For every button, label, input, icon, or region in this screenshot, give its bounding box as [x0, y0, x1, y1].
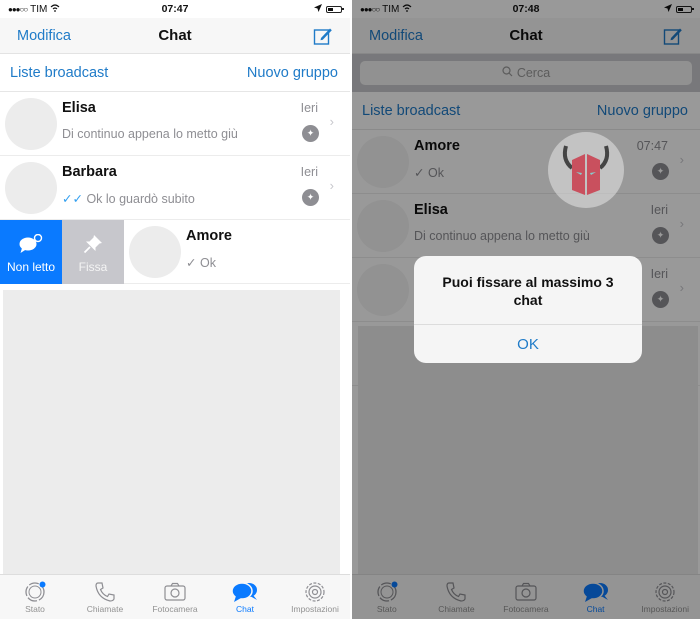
unread-chat-icon [19, 234, 43, 254]
tab-settings[interactable]: Impostazioni [280, 580, 350, 614]
chat-name: Barbara [62, 164, 117, 180]
chat-preview: ✓ Ok [186, 255, 216, 270]
tab-label: Chiamate [86, 604, 124, 614]
tab-label: Stato [25, 604, 45, 614]
broadcast-lists-link[interactable]: Liste broadcast [10, 65, 108, 81]
pin-chat-label: Fissa [78, 260, 108, 274]
chat-name: Amore [186, 228, 232, 244]
links-row: Liste broadcast Nuovo gruppo [0, 54, 350, 92]
mark-unread-label: Non letto [6, 260, 56, 274]
phone-icon [93, 580, 117, 604]
new-group-link[interactable]: Nuovo gruppo [247, 65, 338, 81]
alert-message: Puoi fissare al massimo 3 chat [442, 274, 614, 308]
tab-camera[interactable]: Fotocamera [140, 580, 210, 614]
chat-preview-text: Ok [199, 256, 216, 270]
nav-bar: Modifica Chat [0, 18, 350, 54]
chat-preview: Di continuo appena lo metto giù [62, 127, 238, 141]
settings-icon [303, 580, 327, 604]
chat-row-amore-swiped[interactable]: Non letto Fissa Amore ✓ Ok [0, 220, 350, 284]
mark-unread-button[interactable]: Non letto [0, 220, 62, 284]
status-bar: ●●●○○ TIM 07:47 [0, 0, 350, 18]
sent-check-icon: ✓ [186, 256, 197, 270]
chat-name: Elisa [62, 100, 96, 116]
redacted-area [3, 290, 340, 576]
camera-icon [163, 580, 187, 604]
watermark-logo-icon [548, 132, 624, 208]
tab-label: Chat [236, 604, 254, 614]
avatar [129, 226, 181, 278]
signal-icon: ●●●○○ [8, 4, 28, 14]
battery-icon [326, 5, 344, 13]
chat-time: Ieri [300, 165, 318, 179]
avatar [5, 162, 57, 214]
pin-chat-button[interactable]: Fissa [62, 220, 124, 284]
avatar [5, 98, 57, 150]
location-icon [314, 3, 322, 15]
chat-row-elisa[interactable]: Elisa Di continuo appena lo metto giù Ie… [0, 92, 350, 156]
tab-label: Fotocamera [152, 604, 198, 614]
tab-calls[interactable]: Chiamate [70, 580, 140, 614]
status-icon [23, 580, 47, 604]
tab-label: Impostazioni [291, 604, 339, 614]
tab-chat[interactable]: Chat [210, 580, 280, 614]
tab-bar: Stato Chiamate Fotocamera Chat Impostazi… [0, 574, 350, 619]
compose-icon[interactable] [313, 26, 333, 46]
chat-preview-text: Ok lo guardò subito [86, 192, 195, 206]
wifi-icon [50, 3, 60, 15]
pushpin-icon [83, 234, 103, 254]
chat-preview: ✓✓ Ok lo guardò subito [62, 191, 195, 206]
alert-ok-button[interactable]: OK [414, 325, 642, 363]
chat-icon [231, 580, 259, 604]
chat-row-barbara[interactable]: Barbara ✓✓ Ok lo guardò subito Ieri ✦ › [0, 156, 350, 220]
read-ticks-icon: ✓✓ [62, 192, 83, 206]
chat-time: Ieri [300, 101, 318, 115]
pin-icon: ✦ [302, 189, 319, 206]
left-screen: ●●●○○ TIM 07:47 Modifica Chat Liste broad… [0, 0, 350, 619]
pin-icon: ✦ [302, 125, 319, 142]
tab-status[interactable]: Stato [0, 580, 70, 614]
chevron-right-icon: › [329, 178, 334, 193]
carrier-label: TIM [30, 3, 48, 15]
edit-button[interactable]: Modifica [17, 28, 71, 44]
alert-dialog: Puoi fissare al massimo 3 chat OK [414, 256, 642, 363]
swipe-actions: Non letto Fissa [0, 220, 124, 284]
chevron-right-icon: › [329, 114, 334, 129]
right-screen: ●●●○○ TIM 07:48 Modifica Chat Cerca Liste… [352, 0, 700, 619]
